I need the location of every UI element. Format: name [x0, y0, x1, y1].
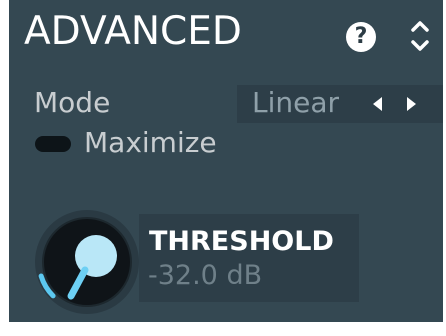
threshold-label: THRESHOLD: [149, 226, 334, 257]
mode-label: Mode: [34, 86, 111, 119]
threshold-value[interactable]: -32.0 dB: [148, 262, 262, 289]
section-title: ADVANCED: [24, 9, 242, 54]
mode-value[interactable]: Linear: [252, 89, 339, 117]
threshold-knob[interactable]: [33, 208, 141, 316]
help-button[interactable]: ?: [346, 22, 376, 52]
maximize-label[interactable]: Maximize: [84, 129, 217, 157]
advanced-panel: ADVANCED ? Mode Linear Maximize THRESHOL…: [9, 0, 443, 322]
maximize-toggle[interactable]: [35, 136, 71, 152]
mode-selector[interactable]: Linear: [237, 85, 443, 123]
threshold-display: THRESHOLD -32.0 dB: [139, 214, 359, 302]
help-icon-label: ?: [354, 24, 368, 49]
chevrons-up-down-icon[interactable]: [409, 16, 431, 56]
arrow-right-icon[interactable]: [403, 96, 419, 112]
arrow-left-icon[interactable]: [370, 96, 386, 112]
